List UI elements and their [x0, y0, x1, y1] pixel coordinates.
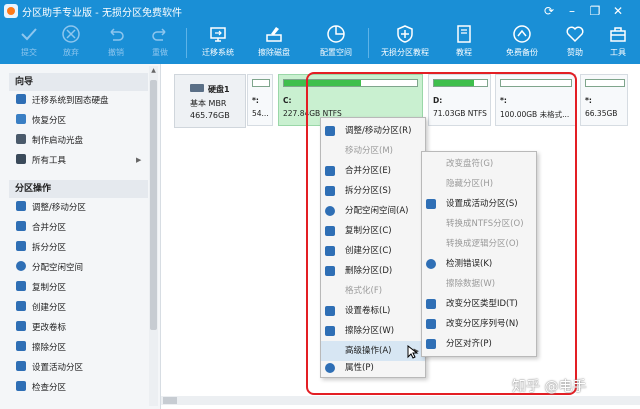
shield-icon — [397, 25, 413, 43]
migrate-os-icon — [210, 27, 226, 42]
close-icon[interactable]: ✕ — [609, 2, 627, 20]
hard-disk-icon — [190, 84, 204, 92]
partition-block[interactable]: *: 66.35GB — [580, 74, 628, 126]
discard-button[interactable]: 放弃 — [56, 24, 86, 62]
heart-icon — [566, 26, 584, 43]
migrate-os-button[interactable]: 迁移系统 — [196, 24, 240, 62]
sidebar-item-all-tools[interactable]: 所有工具 — [16, 152, 66, 170]
label-icon — [16, 321, 26, 331]
toolbar: 提交 放弃 撤销 重做 迁移系统 擦除磁盘 配置空间 无损分区教程 教程 免费备… — [0, 22, 640, 64]
boot-disc-icon — [16, 134, 26, 144]
check-icon — [21, 28, 37, 41]
sidebar-item-change-label[interactable]: 更改卷标 — [16, 319, 66, 337]
check-partition-icon — [16, 381, 26, 391]
refresh-icon[interactable]: ⟳ — [540, 2, 558, 20]
tools-button[interactable]: 工具 — [604, 24, 632, 62]
partition-ops-section-title: 分区操作 — [9, 180, 148, 198]
minimize-icon[interactable]: – — [563, 2, 581, 20]
tutorial-button[interactable]: 教程 — [449, 24, 479, 62]
merge-icon — [16, 221, 26, 231]
redo-icon — [152, 28, 166, 41]
undo-button[interactable]: 撤销 — [101, 24, 131, 62]
sidebar-item-copy[interactable]: 复制分区 — [16, 279, 66, 297]
partition-usage-bar — [585, 79, 625, 87]
sidebar-item-set-active[interactable]: 设置活动分区 — [16, 359, 83, 377]
sidebar-item-wipe[interactable]: 擦除分区 — [16, 339, 66, 357]
title-bar: 分区助手专业版 - 无损分区免费软件 ⟳ – ❐ ✕ — [0, 0, 640, 22]
disk-type: 基本 MBR — [190, 99, 227, 108]
horizontal-scrollbar-thumb[interactable] — [163, 397, 177, 404]
free-backup-button[interactable]: 免费备份 — [502, 24, 542, 62]
migrate-ssd-icon — [16, 94, 26, 104]
wipe-disk-icon — [266, 27, 282, 42]
wipe-disk-button[interactable]: 擦除磁盘 — [252, 24, 296, 62]
toolbar-separator — [368, 28, 369, 58]
restore-icon[interactable]: ❐ — [586, 2, 604, 20]
window-title: 分区助手专业版 - 无损分区免费软件 — [22, 8, 182, 19]
copy-icon — [16, 281, 26, 291]
wizard-section-title: 向导 — [9, 73, 148, 91]
sponsor-button[interactable]: 赞助 — [561, 24, 589, 62]
tutorial-icon — [457, 25, 471, 43]
partition-usage-bar — [252, 79, 270, 87]
undo-icon — [110, 28, 124, 41]
set-active-icon — [16, 361, 26, 371]
highlight-annotation-box — [306, 72, 577, 395]
toolbox-icon — [610, 27, 626, 42]
disk-name: 硬盘1 — [208, 85, 230, 94]
split-icon — [16, 241, 26, 251]
allocate-space-button[interactable]: 配置空间 — [314, 24, 358, 62]
sidebar-item-resize[interactable]: 调整/移动分区 — [16, 199, 86, 217]
horizontal-scrollbar[interactable] — [161, 396, 640, 405]
allocate-space-icon — [327, 25, 345, 43]
recover-icon — [16, 114, 26, 124]
commit-button[interactable]: 提交 — [14, 24, 44, 62]
sidebar-item-merge[interactable]: 合并分区 — [16, 219, 66, 237]
cancel-circle-icon — [62, 25, 80, 43]
disk-size: 465.76GB — [190, 111, 230, 120]
all-tools-icon — [16, 154, 26, 164]
sidebar-item-create[interactable]: 创建分区 — [16, 299, 66, 317]
tutorial-lossless-button[interactable]: 无损分区教程 — [374, 24, 436, 62]
partition-block[interactable]: *: 54... — [247, 74, 273, 126]
resize-icon — [16, 201, 26, 211]
sidebar-item-boot-disc[interactable]: 制作启动光盘 — [16, 132, 83, 150]
sidebar-scrollbar-thumb[interactable] — [150, 80, 157, 330]
wipe-icon — [16, 341, 26, 351]
sidebar-item-migrate-ssd[interactable]: 迁移系统到固态硬盘 — [16, 92, 109, 110]
app-logo-icon — [4, 4, 18, 18]
watermark: 知乎 @电手 — [512, 379, 587, 395]
sidebar-item-split[interactable]: 拆分分区 — [16, 239, 66, 257]
sidebar-item-check[interactable]: 检查分区 — [16, 379, 66, 397]
allocate-icon — [16, 261, 26, 271]
create-icon — [16, 301, 26, 311]
backup-icon — [513, 25, 531, 43]
sidebar-item-allocate[interactable]: 分配空闲空间 — [16, 259, 83, 277]
toolbar-separator — [186, 28, 187, 58]
submenu-arrow-icon: ▶ — [136, 156, 142, 164]
sidebar-item-recover-partition[interactable]: 恢复分区 — [16, 112, 66, 130]
scroll-up-icon[interactable]: ▲ — [149, 66, 158, 76]
redo-button[interactable]: 重做 — [145, 24, 175, 62]
